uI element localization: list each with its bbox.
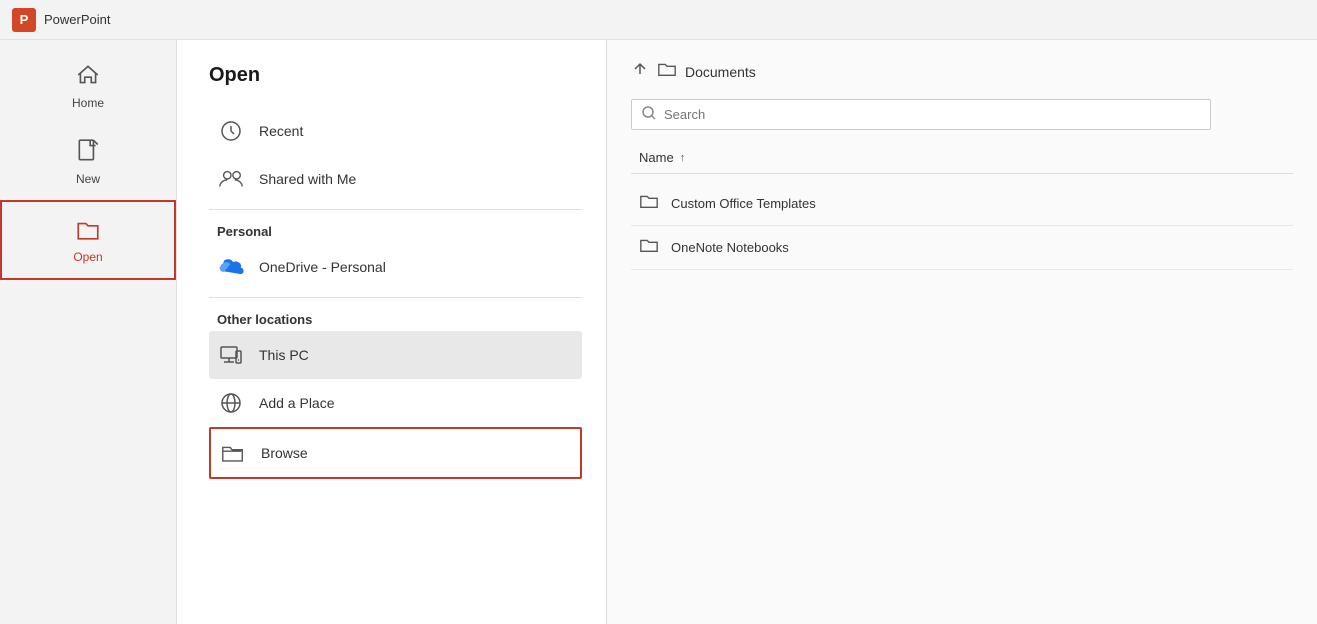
col-name-header: Name <box>639 150 674 165</box>
separator-personal <box>209 209 582 210</box>
recent-icon <box>217 117 245 145</box>
sidebar-home-label: Home <box>72 96 104 110</box>
nav-onedrive-label: OneDrive - Personal <box>259 259 386 275</box>
nav-thispc-label: This PC <box>259 347 309 363</box>
nav-recent-label: Recent <box>259 123 303 139</box>
sidebar-item-new[interactable]: New <box>0 124 176 200</box>
folder-icon-onenote <box>639 236 659 259</box>
onedrive-icon <box>217 253 245 281</box>
sort-asc-icon[interactable]: ↑ <box>680 152 686 164</box>
nav-addplace[interactable]: Add a Place <box>209 379 582 427</box>
shared-icon <box>217 165 245 193</box>
sidebar: Home New Open <box>0 40 177 624</box>
file-panel: Documents Name ↑ <box>607 40 1317 624</box>
nav-onedrive[interactable]: OneDrive - Personal <box>209 243 582 291</box>
app-name: PowerPoint <box>44 12 110 27</box>
content-area: Open Recent <box>177 40 1317 624</box>
open-icon <box>75 216 101 246</box>
title-bar: P PowerPoint <box>0 0 1317 40</box>
sidebar-open-label: Open <box>73 250 102 264</box>
app-logo: P <box>12 8 36 32</box>
file-name-custom: Custom Office Templates <box>671 196 816 211</box>
home-icon <box>75 62 101 92</box>
file-row-custom-templates[interactable]: Custom Office Templates <box>631 182 1293 226</box>
main-layout: Home New Open Open <box>0 40 1317 624</box>
browse-icon <box>219 439 247 467</box>
nav-shared-label: Shared with Me <box>259 171 356 187</box>
separator-other <box>209 297 582 298</box>
folder-icon-custom <box>639 192 659 215</box>
section-personal-label: Personal <box>209 216 582 243</box>
breadcrumb-path: Documents <box>685 64 756 80</box>
breadcrumb-up-icon[interactable] <box>631 60 649 83</box>
nav-shared[interactable]: Shared with Me <box>209 155 582 203</box>
nav-browse[interactable]: Browse <box>209 427 582 479</box>
new-icon <box>75 138 101 168</box>
breadcrumb-row: Documents <box>631 60 1293 83</box>
breadcrumb-folder-icon <box>657 60 677 83</box>
sidebar-item-open[interactable]: Open <box>0 200 176 280</box>
search-input[interactable] <box>664 107 1200 122</box>
search-icon <box>642 106 656 123</box>
sidebar-item-home[interactable]: Home <box>0 48 176 124</box>
search-bar <box>631 99 1211 130</box>
nav-browse-label: Browse <box>261 445 308 461</box>
open-title: Open <box>209 64 582 87</box>
nav-thispc[interactable]: This PC <box>209 331 582 379</box>
section-other-label: Other locations <box>209 304 582 331</box>
nav-addplace-label: Add a Place <box>259 395 335 411</box>
file-row-onenote[interactable]: OneNote Notebooks <box>631 226 1293 270</box>
file-name-onenote: OneNote Notebooks <box>671 240 789 255</box>
open-panel: Open Recent <box>177 40 607 624</box>
column-header-row: Name ↑ <box>631 146 1293 174</box>
file-list: Custom Office Templates OneNote Notebook… <box>631 182 1293 270</box>
thispc-icon <box>217 341 245 369</box>
nav-recent[interactable]: Recent <box>209 107 582 155</box>
sidebar-new-label: New <box>76 172 100 186</box>
addplace-icon <box>217 389 245 417</box>
